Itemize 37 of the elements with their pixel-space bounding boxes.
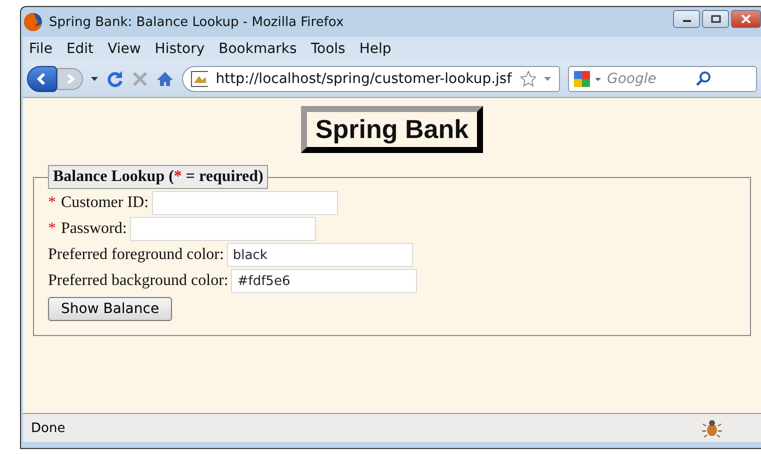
page-heading: Spring Bank [301,106,483,153]
star-icon[interactable] [520,70,536,88]
search-icon[interactable] [695,71,711,87]
bug-icon[interactable] [701,418,723,438]
field-label: * Customer ID: [48,194,149,212]
show-balance-button[interactable]: Show Balance [48,297,172,321]
menu-item[interactable]: Edit [66,41,94,57]
menu-item[interactable]: History [154,41,205,57]
form-legend: Balance Lookup (* = required) [48,165,268,189]
input-field[interactable]: #fdf5e6 [231,269,418,293]
address-field[interactable]: http://localhost/spring/customer-lookup.jsf [182,66,560,92]
maximize-icon[interactable] [710,15,720,23]
password-field[interactable] [130,217,316,241]
search-engine-icon[interactable] [573,70,603,88]
window-title: Spring Bank: Balance Lookup - Mozilla Firefox [49,14,344,30]
input-field[interactable]: black [226,243,413,267]
home-icon[interactable] [156,71,174,87]
field-label: * Password: [48,220,127,238]
status-text: Done [31,420,66,436]
menu-item[interactable]: File [29,41,52,57]
firefox-logo-icon [23,12,43,32]
input-field[interactable] [152,191,338,215]
field-label: Preferred background color: [48,272,228,290]
menu-item[interactable]: Bookmarks [218,41,297,57]
close-icon[interactable] [741,15,751,23]
menu-item[interactable]: Tools [310,41,346,57]
maximize-button[interactable] [702,10,729,28]
dropdown-caret-icon[interactable] [91,77,98,81]
close-button[interactable] [731,10,761,28]
menu-item[interactable]: View [108,41,141,57]
page-icon [191,71,208,87]
minimize-button[interactable] [673,10,700,28]
search-bar[interactable]: Google [568,66,757,92]
back-button[interactable] [27,66,57,92]
reload-icon[interactable] [106,70,124,88]
field-label: Preferred foreground color: [48,246,224,264]
menu-item[interactable]: Help [359,41,392,57]
